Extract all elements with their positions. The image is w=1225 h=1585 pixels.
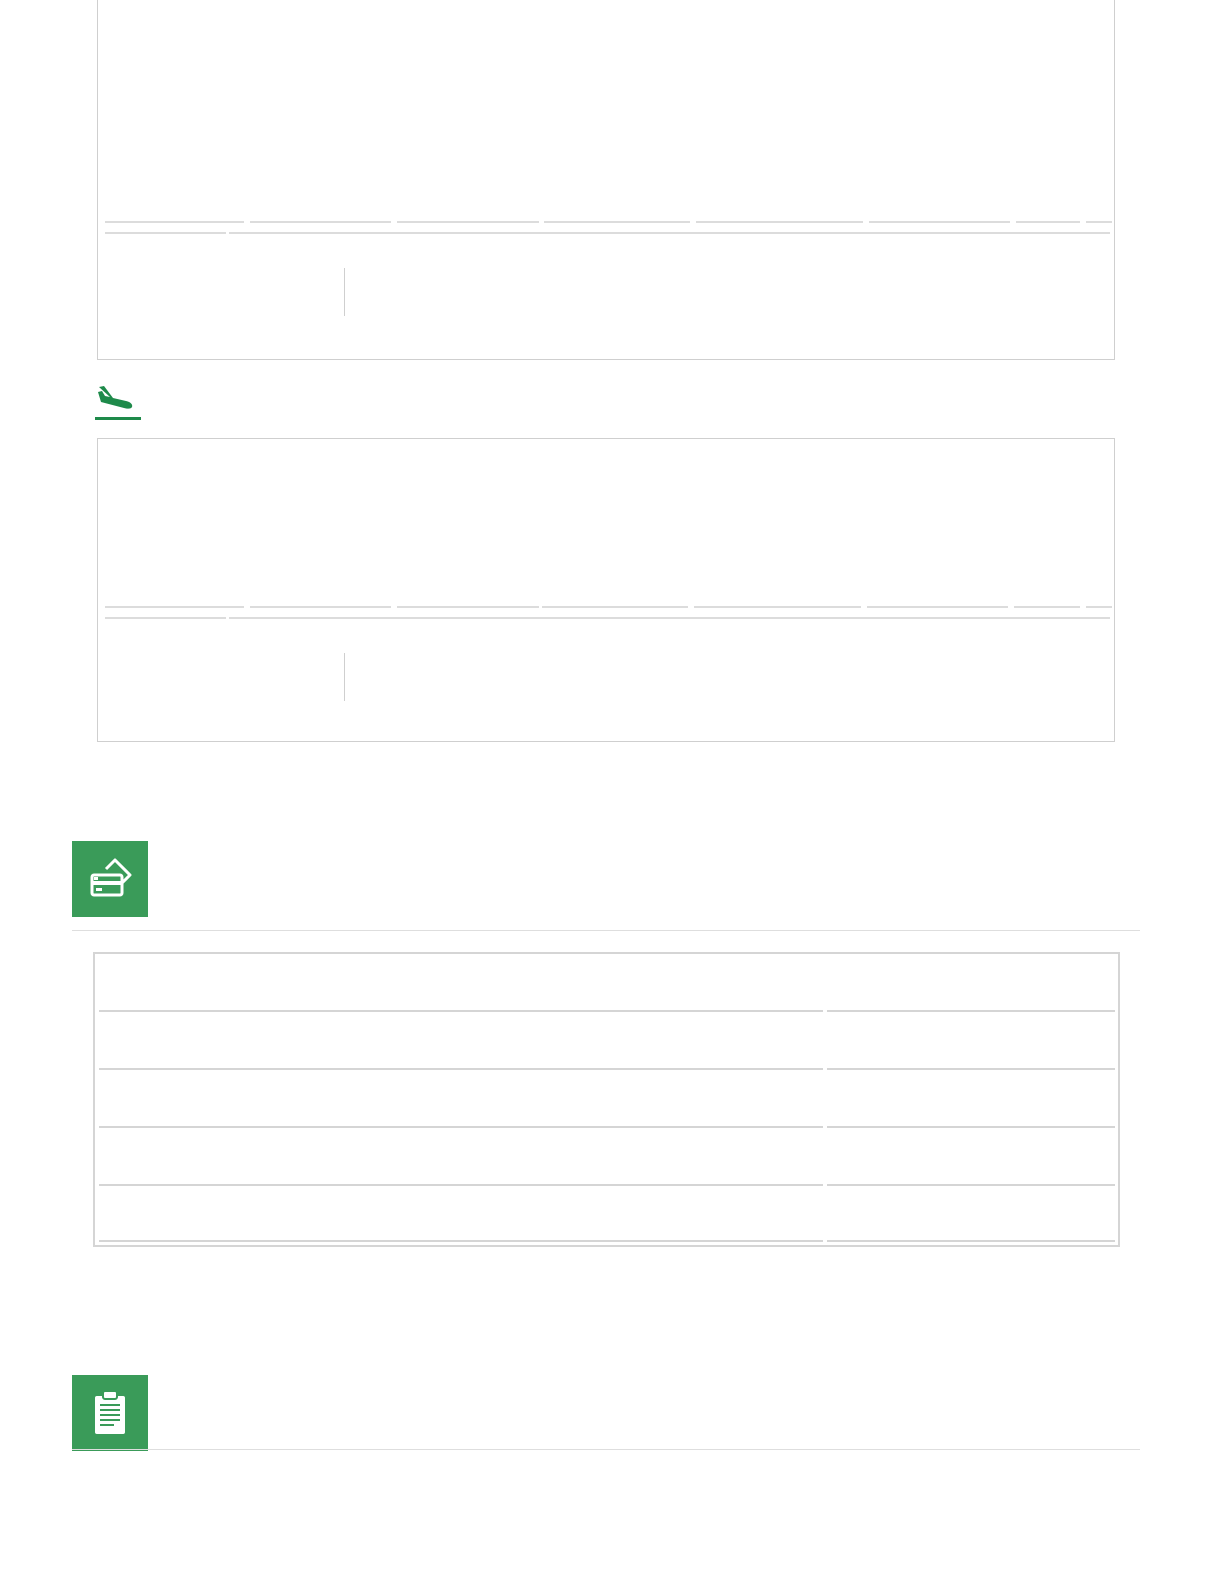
flight-detail-separator bbox=[344, 268, 345, 316]
flight-column-divider-row bbox=[105, 221, 1112, 223]
table-row-divider bbox=[99, 1184, 823, 1186]
table-row-divider bbox=[827, 1240, 1115, 1242]
payment-section-divider bbox=[72, 930, 1140, 931]
table-row-divider bbox=[99, 1126, 823, 1128]
flight-detail-separator bbox=[344, 653, 345, 701]
table-row-divider bbox=[827, 1010, 1115, 1012]
airplane-landing-icon bbox=[93, 383, 141, 423]
outbound-flight-panel bbox=[97, 0, 1115, 360]
table-row-divider bbox=[827, 1126, 1115, 1128]
clipboard-icon bbox=[95, 1390, 125, 1434]
flight-row-divider bbox=[229, 232, 1110, 234]
table-row-divider bbox=[99, 1068, 823, 1070]
flight-row-divider bbox=[229, 617, 1110, 619]
flight-row-divider bbox=[105, 232, 226, 234]
flight-column-divider-row bbox=[105, 606, 1112, 608]
notes-section-divider bbox=[72, 1449, 1140, 1450]
credit-cards-icon bbox=[90, 858, 132, 897]
table-row-divider bbox=[827, 1068, 1115, 1070]
flight-row-divider bbox=[105, 617, 226, 619]
payment-table bbox=[93, 952, 1120, 1247]
table-row-divider bbox=[99, 1010, 823, 1012]
notes-section-tile bbox=[72, 1375, 148, 1451]
table-row-divider bbox=[827, 1184, 1115, 1186]
table-row-divider bbox=[99, 1240, 823, 1242]
payment-section-tile bbox=[72, 841, 148, 917]
return-flight-panel bbox=[97, 438, 1115, 742]
